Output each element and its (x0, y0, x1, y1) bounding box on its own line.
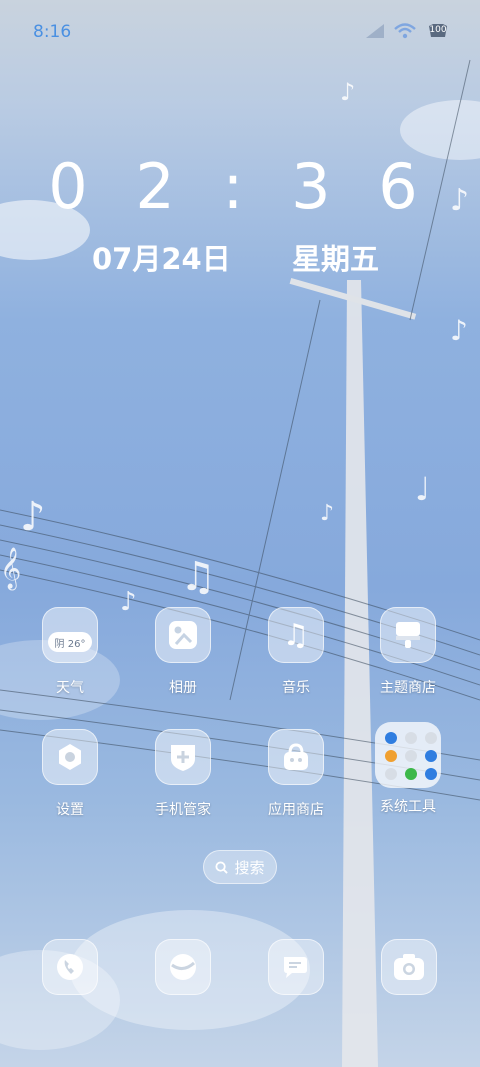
weather-icon: 阴 26° (42, 607, 98, 663)
app-label: 主题商店 (380, 680, 436, 696)
battery-level: 100 (429, 25, 447, 35)
camera-icon (394, 954, 424, 980)
search-icon (215, 860, 229, 874)
messages-icon (284, 957, 307, 978)
search-button[interactable]: 搜索 (203, 850, 277, 884)
date-label: 07月24日 (92, 242, 231, 276)
browser-icon (170, 954, 196, 980)
svg-text:♪: ♪ (450, 314, 468, 347)
phone-icon (57, 954, 83, 980)
app-label: 相册 (169, 680, 197, 696)
signal-icon (366, 24, 384, 38)
app-store-icon (268, 729, 324, 785)
lockscreen-clock: 0 2 : 3 6 (48, 150, 432, 223)
dock-camera[interactable] (381, 939, 437, 995)
weather-badge: 阴 26° (54, 638, 86, 650)
svg-text:♩: ♩ (415, 470, 430, 508)
folder-system-tools[interactable]: 系统工具 (358, 722, 458, 816)
gallery-icon (155, 607, 211, 663)
svg-text:♪: ♪ (340, 78, 355, 106)
app-theme-store[interactable]: 主题商店 (358, 607, 458, 697)
svg-text:♪: ♪ (20, 494, 46, 540)
status-icons: 100 (366, 22, 450, 40)
dock-phone[interactable] (42, 939, 98, 995)
app-phone-manager[interactable]: 手机管家 (133, 729, 233, 819)
svg-text:𝄞: 𝄞 (0, 547, 21, 590)
status-bar: 8:16 100 (0, 0, 480, 68)
theme-store-icon (380, 607, 436, 663)
settings-icon (42, 729, 98, 785)
app-weather[interactable]: 阴 26° 天气 (20, 607, 120, 697)
app-label: 天气 (56, 680, 84, 696)
music-icon: ♫ (268, 607, 324, 663)
wifi-icon (394, 23, 416, 39)
app-gallery[interactable]: 相册 (133, 607, 233, 697)
svg-text:♪: ♪ (320, 501, 334, 526)
app-label: 系统工具 (380, 799, 436, 815)
dock-messages[interactable] (268, 939, 324, 995)
app-label: 设置 (56, 802, 84, 818)
phone-manager-icon (155, 729, 211, 785)
svg-text:♫: ♫ (180, 554, 216, 600)
folder-icon (375, 722, 441, 788)
battery-icon: 100 (426, 22, 450, 40)
app-label: 手机管家 (155, 802, 211, 818)
weekday-label: 星期五 (292, 242, 380, 276)
app-app-store[interactable]: 应用商店 (246, 729, 346, 819)
status-time: 8:16 (33, 22, 72, 42)
app-label: 音乐 (282, 680, 310, 696)
app-music[interactable]: ♫ 音乐 (246, 607, 346, 697)
dock-browser[interactable] (155, 939, 211, 995)
search-label: 搜索 (234, 858, 265, 877)
app-label: 应用商店 (268, 802, 324, 818)
app-settings[interactable]: 设置 (20, 729, 120, 819)
